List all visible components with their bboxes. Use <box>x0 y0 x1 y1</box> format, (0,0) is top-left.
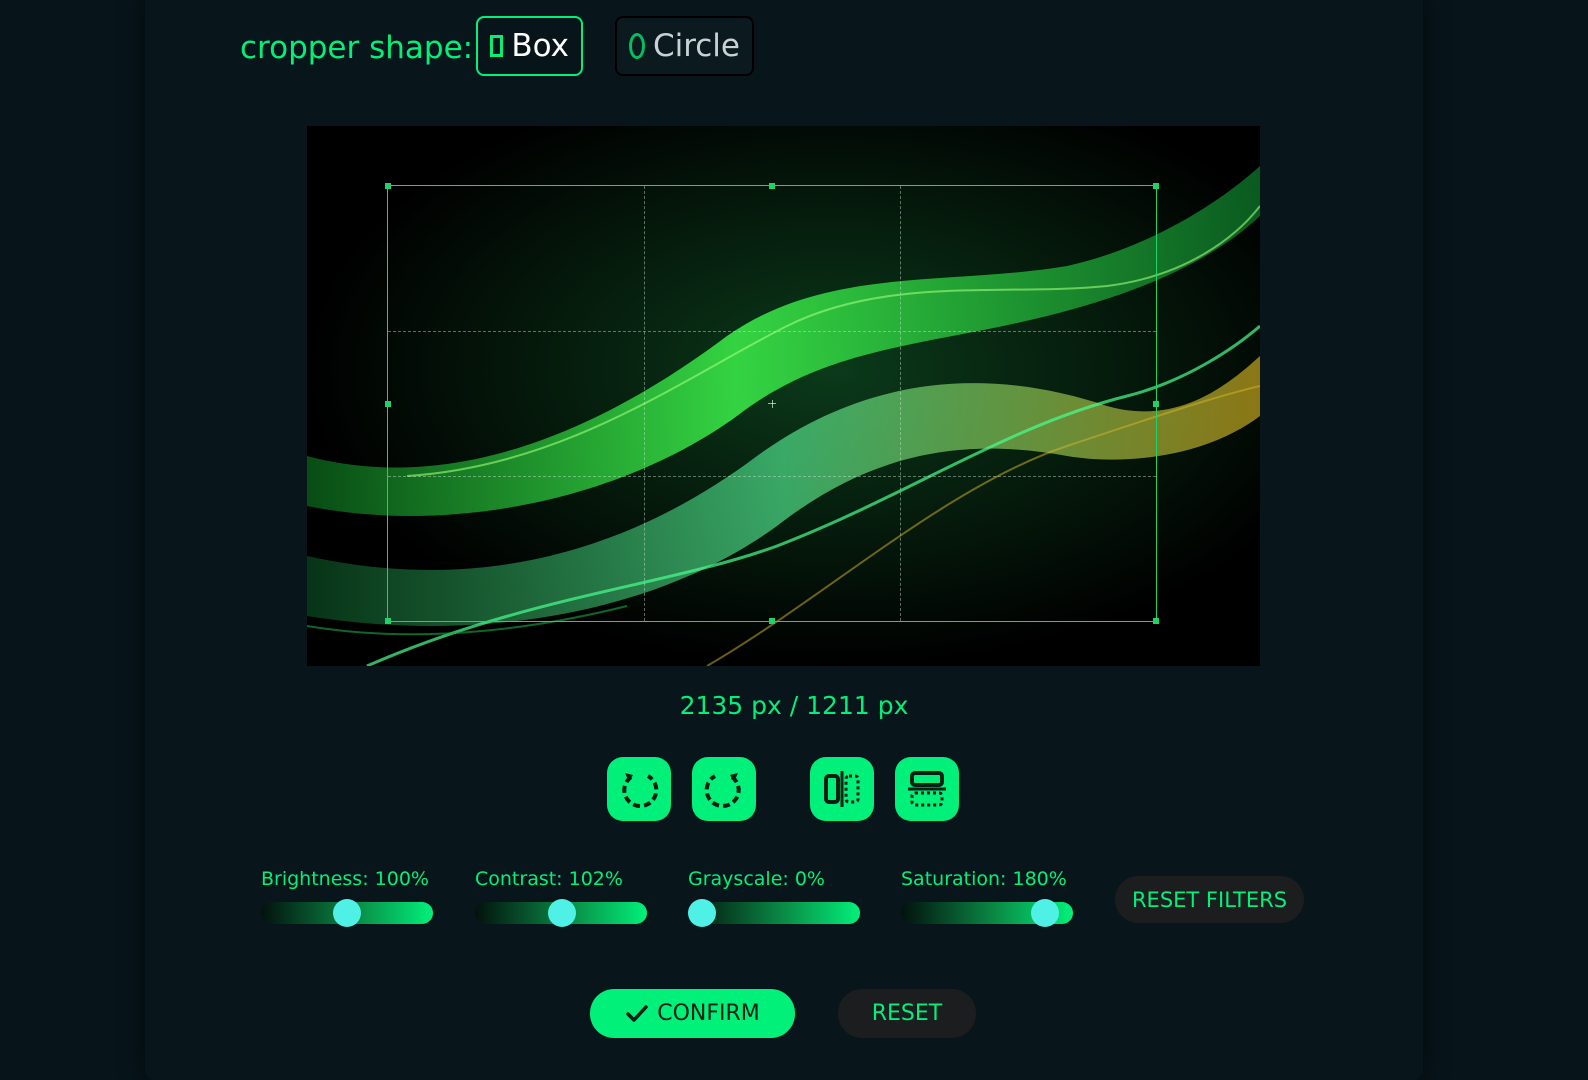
crop-center-mark <box>768 399 776 408</box>
saturation-slider-thumb[interactable] <box>1030 899 1059 927</box>
grayscale-slider[interactable] <box>688 899 860 927</box>
cropper-shape-label: cropper shape: <box>240 30 474 66</box>
crop-handle-bottom[interactable] <box>769 618 775 624</box>
saturation-filter: Saturation: 180% <box>901 866 1073 927</box>
reset-button[interactable]: RESET <box>838 989 976 1038</box>
flip-vertical-button[interactable] <box>895 757 959 821</box>
crop-handle-bottom-right[interactable] <box>1153 618 1159 624</box>
crop-grid-line <box>388 330 1156 332</box>
square-icon <box>490 35 504 57</box>
circle-icon <box>629 33 645 59</box>
image-dimensions: 2135 px / 1211 px <box>679 691 909 720</box>
crop-grid-line <box>899 186 901 621</box>
rotate-right-icon <box>704 773 741 809</box>
flip-horizontal-button[interactable] <box>810 757 874 821</box>
image-canvas[interactable] <box>307 126 1260 666</box>
reset-filters-button[interactable]: RESET FILTERS <box>1115 876 1304 923</box>
contrast-filter: Contrast: 102% <box>475 866 647 927</box>
rotate-right-button[interactable] <box>692 757 756 821</box>
crop-grid-line <box>388 475 1156 477</box>
contrast-label: Contrast: 102% <box>475 868 623 890</box>
saturation-slider[interactable] <box>901 899 1073 927</box>
grayscale-label: Grayscale: 0% <box>688 868 825 890</box>
crop-handle-right[interactable] <box>1153 400 1159 407</box>
crop-selection-box[interactable] <box>385 183 1159 624</box>
crop-handle-bottom-left[interactable] <box>385 618 391 624</box>
brightness-filter: Brightness: 100% <box>261 866 433 927</box>
flip-vertical-icon <box>908 771 946 807</box>
crop-handle-left[interactable] <box>385 400 391 407</box>
shape-circle-button[interactable]: Circle <box>615 16 754 76</box>
saturation-label: Saturation: 180% <box>901 868 1067 890</box>
flip-horizontal-icon <box>824 771 860 807</box>
shape-circle-label: Circle <box>652 28 740 64</box>
grayscale-filter: Grayscale: 0% <box>688 866 860 927</box>
brightness-slider-thumb[interactable] <box>333 899 361 927</box>
rotate-left-button[interactable] <box>607 757 671 821</box>
brightness-label: Brightness: 100% <box>261 868 429 890</box>
confirm-button[interactable]: CONFIRM <box>590 989 795 1038</box>
confirm-label: CONFIRM <box>657 1001 760 1026</box>
rotate-left-icon <box>622 773 659 809</box>
crop-handle-top-left[interactable] <box>385 183 391 189</box>
crop-grid-line <box>643 186 645 621</box>
contrast-slider-thumb[interactable] <box>548 899 577 927</box>
grayscale-slider-thumb[interactable] <box>688 899 716 927</box>
crop-handle-top[interactable] <box>769 183 775 189</box>
contrast-slider[interactable] <box>475 899 647 927</box>
brightness-slider[interactable] <box>261 899 433 927</box>
shape-box-label: Box <box>511 28 569 64</box>
check-icon <box>626 1004 648 1022</box>
crop-handle-top-right[interactable] <box>1153 183 1159 189</box>
shape-box-button[interactable]: Box <box>476 16 583 76</box>
